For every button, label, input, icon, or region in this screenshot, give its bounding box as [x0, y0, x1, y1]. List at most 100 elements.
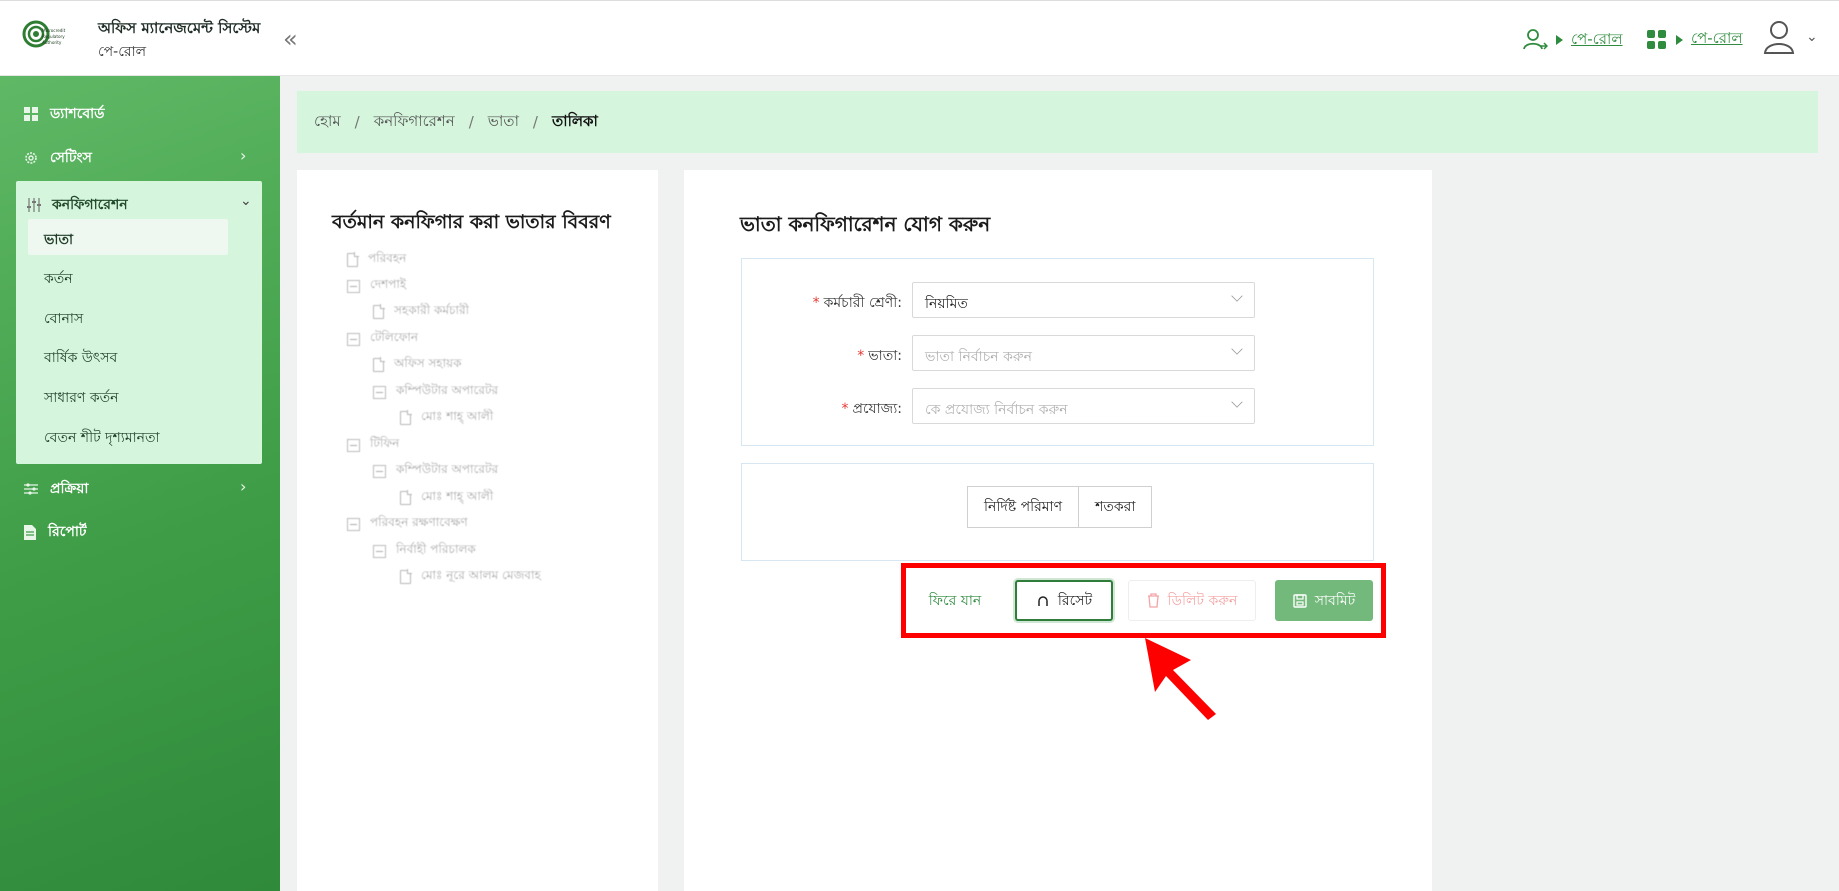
tree-node[interactable]: মোঃ শাহ্‌ আলী: [400, 408, 493, 428]
app-subtitle: পে-রোল: [98, 44, 147, 60]
sidebar-label: ড্যাশবোর্ড: [50, 106, 105, 122]
tree-node[interactable]: কম্পিউটার অপারেটর: [373, 382, 498, 402]
gear-icon: [25, 152, 37, 164]
applicable-label: * প্রযোজ্য:: [841, 401, 902, 417]
process-icon: [24, 483, 38, 495]
allowance-label: * ভাতা:: [857, 348, 902, 364]
sidebar: ড্যাশবোর্ড সেটিংস › কনফিগারেশন ⌄ ভাতা কর…: [0, 76, 280, 891]
tree-node[interactable]: মোঃ শাহ্‌ আলী: [400, 488, 493, 508]
tree-node[interactable]: দেশপাই: [347, 276, 406, 296]
segment-percentage[interactable]: শতকরা: [1079, 486, 1153, 528]
caret-right-icon: [1676, 34, 1683, 45]
card-title: বর্তমান কনফিগার করা ভাতার বিবরণ: [332, 211, 611, 233]
reset-button[interactable]: রিসেট: [1015, 580, 1113, 621]
collapse-icon[interactable]: [373, 464, 386, 478]
file-icon: [400, 490, 412, 505]
sidebar-label: সেটিংস: [50, 150, 92, 166]
report-icon: [24, 524, 36, 540]
breadcrumb-allowance[interactable]: ভাতা: [488, 110, 519, 135]
submit-label: সাবমিট: [1314, 592, 1356, 609]
mra-logo: Microcredit Regulatory Authority: [22, 20, 66, 48]
top-header: Microcredit Regulatory Authority অফিস ম্…: [0, 0, 1839, 76]
submit-button[interactable]: সাবমিট: [1275, 580, 1373, 621]
form-title: ভাতা কনফিগারেশন যোগ করুন: [740, 212, 991, 236]
sidebar-item-settings[interactable]: সেটিংস: [24, 146, 92, 170]
sidebar-label: কনফিগারেশন: [52, 197, 128, 213]
collapse-icon[interactable]: [347, 279, 360, 293]
tree-node[interactable]: নির্বাহী পরিচালক: [373, 541, 476, 561]
chevron-down-icon: [1231, 343, 1243, 355]
save-icon: [1293, 593, 1307, 608]
applicable-select[interactable]: কে প্রযোজ্য নির্বাচন করুন: [912, 388, 1255, 424]
delete-label: ডিলিট করুন: [1167, 592, 1238, 609]
svg-text:Regulatory: Regulatory: [42, 34, 65, 39]
collapse-icon[interactable]: [373, 385, 386, 399]
segment-fixed-amount[interactable]: নির্দিষ্ট পরিমাণ: [967, 486, 1080, 528]
sliders-icon: [27, 198, 41, 212]
applicable-row: * প্রযোজ্য: কে প্রযোজ্য নির্বাচন করুন: [742, 388, 1375, 424]
sidebar-item-dashboard[interactable]: ড্যাশবোর্ড: [24, 102, 105, 126]
breadcrumb-separator: /: [354, 113, 360, 131]
sidebar-subitem-bonus[interactable]: বোনাস: [44, 307, 83, 331]
file-icon: [373, 304, 385, 319]
collapse-icon[interactable]: [347, 438, 360, 452]
collapse-icon[interactable]: [347, 517, 360, 531]
chevron-down-icon[interactable]: ⌄: [1806, 29, 1818, 45]
svg-text:Microcredit: Microcredit: [42, 28, 66, 33]
tree-node[interactable]: টিফিন: [347, 435, 399, 455]
chevron-down-icon: ⌄: [240, 193, 252, 209]
add-allowance-config-card: ভাতা কনফিগারেশন যোগ করুন * কর্মচারী শ্রেণ…: [684, 170, 1432, 891]
allowance-select[interactable]: ভাতা নির্বাচন করুন: [912, 335, 1255, 371]
sidebar-subitem-annual-festival[interactable]: বার্ষিক উৎসব: [44, 346, 117, 370]
breadcrumb-home[interactable]: হোম: [314, 110, 341, 135]
file-icon: [347, 252, 359, 267]
breadcrumb-separator: /: [532, 113, 538, 131]
app-title: অফিস ম্যানেজমেন্ট সিস্টেম: [98, 19, 261, 37]
back-button[interactable]: ফিরে যান: [912, 580, 998, 621]
sidebar-subitem-general-deduction[interactable]: সাধারণ কর্তন: [44, 386, 119, 410]
payroll-link-label: পে-রোল: [1571, 29, 1623, 48]
tree-node[interactable]: মোঃ নূরে আলম মেজবাহ: [400, 567, 541, 587]
configured-allowance-card: বর্তমান কনফিগার করা ভাতার বিবরণ পরিবহন দ…: [297, 170, 658, 891]
sidebar-label: প্রক্রিয়া: [50, 481, 89, 497]
employee-class-row: * কর্মচারী শ্রেণী: নিয়মিত: [742, 282, 1375, 318]
collapse-icon[interactable]: [373, 544, 386, 558]
amount-type-segment: নির্দিষ্ট পরিমাণ শতকরা: [967, 486, 1153, 528]
trash-icon: [1147, 593, 1159, 608]
payroll-apps-link[interactable]: পে-রোল: [1646, 27, 1743, 52]
breadcrumb-separator: /: [468, 113, 474, 131]
sidebar-item-process[interactable]: প্রক্রিয়া: [24, 477, 88, 501]
tree-node[interactable]: সহকারী কর্মচারী: [373, 302, 469, 322]
tree-node[interactable]: পরিবহন: [347, 250, 406, 270]
tree-node[interactable]: পরিবহন রক্ষণাবেক্ষণ: [347, 514, 468, 534]
tree-node[interactable]: অফিস সহায়ক: [373, 355, 462, 375]
breadcrumb-current: তালিকা: [551, 111, 598, 130]
file-icon: [373, 357, 385, 372]
file-icon: [400, 410, 412, 425]
payroll-user-link[interactable]: পে-রোল: [1522, 27, 1623, 53]
sidebar-subitem-allowance[interactable]: ভাতা: [28, 219, 228, 255]
sidebar-item-report[interactable]: রিপোর্ট: [24, 520, 87, 544]
delete-button[interactable]: ডিলিট করুন: [1128, 580, 1256, 621]
sidebar-subitem-salary-sheet-visibility[interactable]: বেতন শীট দৃশ্যমানতা: [44, 426, 160, 450]
apps-grid-icon: [1647, 29, 1666, 49]
allowance-row: * ভাতা: ভাতা নির্বাচন করুন: [742, 335, 1375, 371]
annotation-arrow-icon: [1145, 638, 1216, 720]
sidebar-subitem-deduction[interactable]: কর্তন: [44, 267, 73, 291]
tree-node[interactable]: কম্পিউটার অপারেটর: [373, 461, 498, 481]
svg-text:Authority: Authority: [42, 40, 62, 45]
user-avatar-icon[interactable]: [1762, 19, 1796, 55]
dashboard-icon: [24, 107, 38, 121]
breadcrumb-configuration[interactable]: কনফিগারেশন: [374, 110, 455, 135]
employee-class-select[interactable]: নিয়মিত: [912, 282, 1255, 318]
reset-label: রিসেট: [1057, 592, 1093, 609]
chevron-right-icon: ›: [240, 146, 247, 165]
payroll-link-label: পে-রোল: [1691, 29, 1743, 47]
collapse-sidebar-button[interactable]: «: [283, 25, 298, 53]
collapse-icon[interactable]: [347, 332, 360, 346]
breadcrumb: হোম / কনফিগারেশন / ভাতা / তালিকা: [297, 91, 1818, 153]
chevron-right-icon: ›: [240, 477, 247, 496]
employee-class-label: * কর্মচারী শ্রেণী:: [812, 295, 902, 311]
tree-node[interactable]: টেলিফোন: [347, 329, 418, 349]
sidebar-item-configuration[interactable]: কনফিগারেশন: [26, 193, 128, 217]
